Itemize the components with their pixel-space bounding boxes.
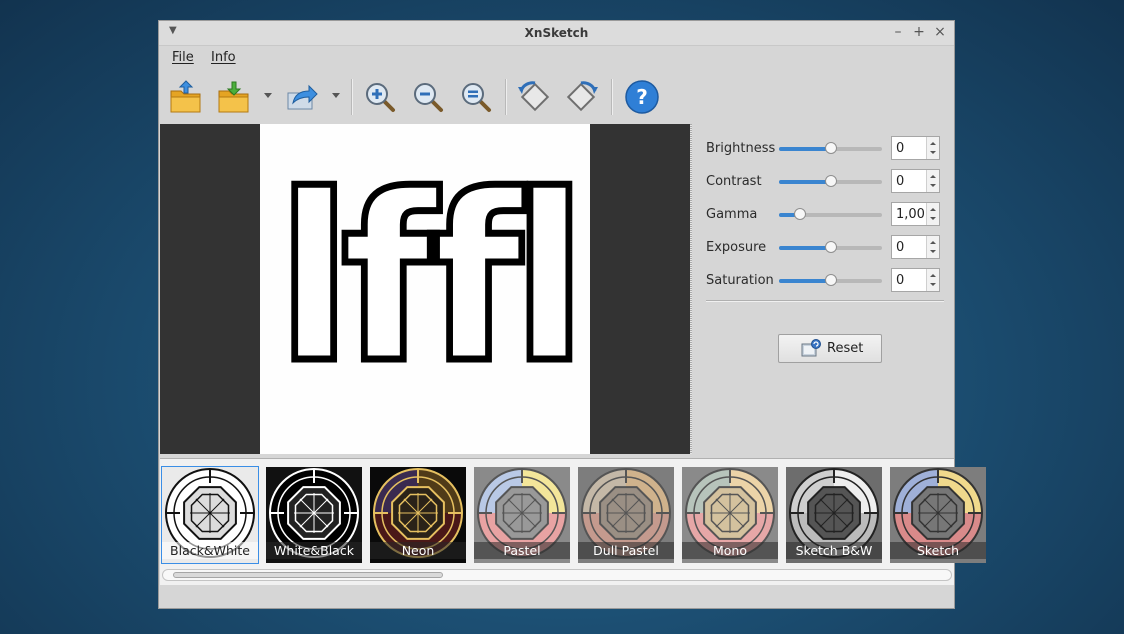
gamma-label: Gamma <box>706 207 758 222</box>
preview-canvas: lffl <box>260 124 590 454</box>
filter-thumbnail[interactable]: Pastel <box>474 467 570 563</box>
contrast-spinbox[interactable]: 0 <box>891 169 940 193</box>
exposure-row: Exposure 0 <box>706 235 951 261</box>
filter-label: Pastel <box>474 542 570 559</box>
contrast-label: Contrast <box>706 174 762 189</box>
share-icon[interactable] <box>283 79 321 115</box>
status-bar <box>159 586 954 608</box>
contrast-row: Contrast 0 <box>706 169 951 195</box>
zoom-in-icon[interactable] <box>361 79 399 115</box>
slider-knob[interactable] <box>825 142 837 154</box>
save-dropdown-icon[interactable] <box>264 93 272 98</box>
filter-label: Dull Pastel <box>578 542 674 559</box>
filter-label: White&Black <box>266 542 362 559</box>
saturation-spinbox[interactable]: 0 <box>891 268 940 292</box>
saturation-row: Saturation 0 <box>706 268 951 294</box>
filter-label: Black&White <box>162 542 258 559</box>
sketch-image: lffl <box>273 159 587 399</box>
horizontal-scrollbar[interactable] <box>162 569 952 581</box>
gamma-slider[interactable] <box>779 208 882 220</box>
exposure-slider[interactable] <box>779 241 882 253</box>
gamma-row: Gamma 1,00 <box>706 202 951 228</box>
title-bar: ▼ XnSketch – + × <box>159 21 954 46</box>
saturation-label: Saturation <box>706 273 774 288</box>
svg-text:lffl: lffl <box>276 159 576 399</box>
filter-thumbnail[interactable]: Dull Pastel <box>578 467 674 563</box>
svg-text:?: ? <box>636 85 648 109</box>
toolbar-separator <box>505 79 507 115</box>
exposure-spinbox[interactable]: 0 <box>891 235 940 259</box>
window-title: XnSketch <box>524 26 589 40</box>
reset-icon <box>801 339 821 357</box>
menu-info[interactable]: Info <box>211 50 236 65</box>
save-folder-icon[interactable] <box>215 79 253 115</box>
app-window: ▼ XnSketch – + × File Info ? lffl Bright… <box>158 20 986 609</box>
close-button[interactable]: × <box>931 23 949 41</box>
filter-label: Sketch B&W <box>786 542 882 559</box>
filter-thumbnail[interactable]: Mono <box>682 467 778 563</box>
help-icon[interactable]: ? <box>623 79 661 115</box>
menu-file[interactable]: File <box>172 50 194 65</box>
filter-label: Mono <box>682 542 778 559</box>
filter-strip: Black&White White&Black Neon Pastel Dull… <box>160 458 986 585</box>
zoom-out-icon[interactable] <box>409 79 447 115</box>
scrollbar-handle[interactable] <box>173 572 443 578</box>
filter-label: Sketch <box>890 542 986 559</box>
share-dropdown-icon[interactable] <box>332 93 340 98</box>
brightness-label: Brightness <box>706 141 776 156</box>
zoom-fit-icon[interactable] <box>457 79 495 115</box>
reset-button[interactable]: Reset <box>778 334 882 363</box>
filter-thumbnail[interactable]: Black&White <box>161 466 259 564</box>
open-folder-icon[interactable] <box>167 79 205 115</box>
filter-thumbnail[interactable]: Sketch B&W <box>786 467 882 563</box>
adjustment-panel: Brightness 0 Contrast 0 Gamma 1,00 Expos… <box>692 124 954 454</box>
filter-thumbnail[interactable]: Neon <box>370 467 466 563</box>
toolbar-separator <box>351 79 353 115</box>
menu-bar: File Info <box>159 45 954 69</box>
image-preview[interactable]: lffl <box>160 124 690 454</box>
maximize-button[interactable]: + <box>910 23 928 41</box>
toolbar-separator <box>611 79 613 115</box>
filter-thumbnail[interactable]: White&Black <box>266 467 362 563</box>
exposure-label: Exposure <box>706 240 767 255</box>
divider <box>706 300 944 302</box>
filter-thumbnail[interactable]: Sketch <box>890 467 986 563</box>
brightness-slider[interactable] <box>779 142 882 154</box>
brightness-row: Brightness 0 <box>706 136 951 162</box>
contrast-slider[interactable] <box>779 175 882 187</box>
minimize-button[interactable]: – <box>889 23 907 41</box>
brightness-spinbox[interactable]: 0 <box>891 136 940 160</box>
slider-knob[interactable] <box>825 274 837 286</box>
filter-label: Neon <box>370 542 466 559</box>
rotate-left-icon[interactable] <box>515 79 553 115</box>
slider-knob[interactable] <box>825 241 837 253</box>
slider-knob[interactable] <box>794 208 806 220</box>
gamma-spinbox[interactable]: 1,00 <box>891 202 940 226</box>
reset-label: Reset <box>827 341 864 356</box>
slider-knob[interactable] <box>825 175 837 187</box>
saturation-slider[interactable] <box>779 274 882 286</box>
rotate-right-icon[interactable] <box>563 79 601 115</box>
toolbar: ? <box>159 71 954 121</box>
